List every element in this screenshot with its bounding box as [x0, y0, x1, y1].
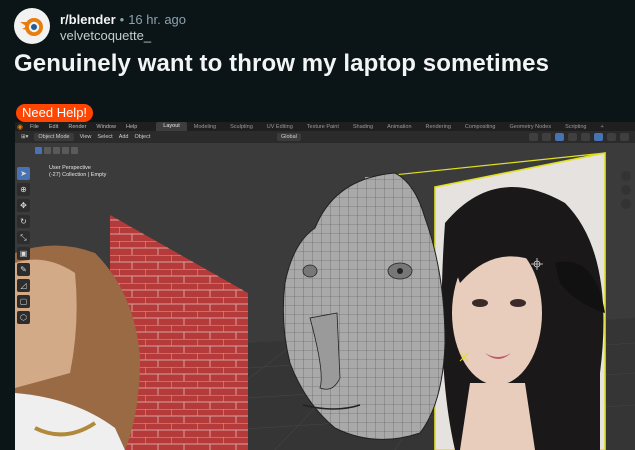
navigation-gizmo	[621, 171, 631, 209]
meta-separator: •	[119, 12, 125, 27]
menu-object[interactable]: Object	[134, 134, 150, 140]
menu-view[interactable]: View	[80, 134, 92, 140]
annotate-tool-icon[interactable]: ✎	[17, 263, 30, 276]
tab-layout[interactable]: Layout	[156, 122, 187, 131]
measure-tool-icon[interactable]: ◿	[17, 279, 30, 292]
post-author[interactable]: velvetcoquette_	[60, 28, 186, 44]
editor-type-icon[interactable]: ⊞▾	[21, 134, 28, 140]
tab-shading[interactable]: Shading	[346, 124, 380, 130]
blender-menu-icon[interactable]: ◉	[15, 122, 25, 131]
viewport-scene	[15, 143, 635, 450]
menu-render[interactable]: Render	[68, 124, 86, 130]
viewport-header: ⊞▾ Object Mode View Select Add Object Gl…	[15, 131, 635, 143]
blender-logo-icon	[15, 9, 49, 43]
post-flair[interactable]: Need Help!	[16, 104, 94, 122]
tab-geometry-nodes[interactable]: Geometry Nodes	[503, 124, 559, 130]
blender-topbar: ◉ File Edit Render Window Help Layout Mo…	[15, 122, 635, 131]
mode-subtract-icon[interactable]	[53, 147, 60, 154]
transform-tool-icon[interactable]: ▣	[17, 247, 30, 260]
selection-mode-toggles	[35, 147, 78, 154]
menu-add[interactable]: Add	[119, 134, 129, 140]
zoom-icon[interactable]	[621, 171, 631, 181]
viewport-collection-label: (-27) Collection | Empty	[49, 172, 107, 178]
menu-file[interactable]: File	[30, 124, 39, 130]
tab-animation[interactable]: Animation	[380, 124, 418, 130]
mode-intersect-icon[interactable]	[71, 147, 78, 154]
move-tool-icon[interactable]: ✥	[17, 199, 30, 212]
shading-controls	[529, 133, 629, 141]
post-header: r/blender • 16 hr. ago velvetcoquette_	[14, 8, 186, 48]
solid-shading-icon[interactable]	[594, 133, 603, 141]
material-shading-icon[interactable]	[607, 133, 616, 141]
reference-portrait	[441, 187, 605, 450]
select-tool-icon[interactable]: ➤	[17, 167, 30, 180]
tab-texture-paint[interactable]: Texture Paint	[300, 124, 346, 130]
tab-scripting[interactable]: Scripting	[558, 124, 593, 130]
scale-tool-icon[interactable]: ⤡	[17, 231, 30, 244]
subreddit-name[interactable]: r/blender	[60, 12, 116, 27]
tab-rendering[interactable]: Rendering	[419, 124, 458, 130]
menu-edit[interactable]: Edit	[49, 124, 58, 130]
add-workspace-icon[interactable]: +	[593, 124, 610, 130]
camera-view-icon[interactable]	[621, 199, 631, 209]
mode-dropdown[interactable]: Object Mode	[34, 133, 74, 141]
cursor-tool-icon[interactable]: ⊕	[17, 183, 30, 196]
tab-modeling[interactable]: Modeling	[187, 124, 223, 130]
mode-invert-icon[interactable]	[62, 147, 69, 154]
viewport-perspective-label: User Perspective	[49, 165, 91, 171]
add-object-tool-icon[interactable]: ⬡	[17, 311, 30, 324]
post-age: 16 hr. ago	[128, 12, 187, 27]
rotate-tool-icon[interactable]: ↻	[17, 215, 30, 228]
mode-new-icon[interactable]	[35, 147, 42, 154]
tab-compositing[interactable]: Compositing	[458, 124, 503, 130]
overlay-toggle-icon[interactable]	[555, 133, 564, 141]
post-title[interactable]: Genuinely want to throw my laptop someti…	[14, 50, 549, 78]
post-media[interactable]: ◉ File Edit Render Window Help Layout Mo…	[15, 122, 635, 450]
menu-select[interactable]: Select	[97, 134, 112, 140]
mode-extend-icon[interactable]	[44, 147, 51, 154]
menu-window[interactable]: Window	[96, 124, 116, 130]
xray-toggle-icon[interactable]	[568, 133, 577, 141]
pan-icon[interactable]	[621, 185, 631, 195]
gizmo-toggle-icon[interactable]	[542, 133, 551, 141]
subreddit-avatar[interactable]	[14, 8, 50, 44]
tab-sculpting[interactable]: Sculpting	[223, 124, 260, 130]
menu-help[interactable]: Help	[126, 124, 137, 130]
add-cube-tool-icon[interactable]: ▢	[17, 295, 30, 308]
3d-viewport[interactable]: User Perspective (-27) Collection | Empt…	[15, 143, 635, 450]
viewport-info: User Perspective (-27) Collection | Empt…	[49, 165, 106, 179]
orientation-dropdown[interactable]: Global	[277, 133, 301, 141]
tool-shelf: ➤ ⊕ ✥ ↻ ⤡ ▣ ✎ ◿ ▢ ⬡	[17, 167, 31, 324]
wireframe-shading-icon[interactable]	[581, 133, 590, 141]
visibility-icon[interactable]	[529, 133, 538, 141]
rendered-shading-icon[interactable]	[620, 133, 629, 141]
tab-uv-editing[interactable]: UV Editing	[260, 124, 300, 130]
